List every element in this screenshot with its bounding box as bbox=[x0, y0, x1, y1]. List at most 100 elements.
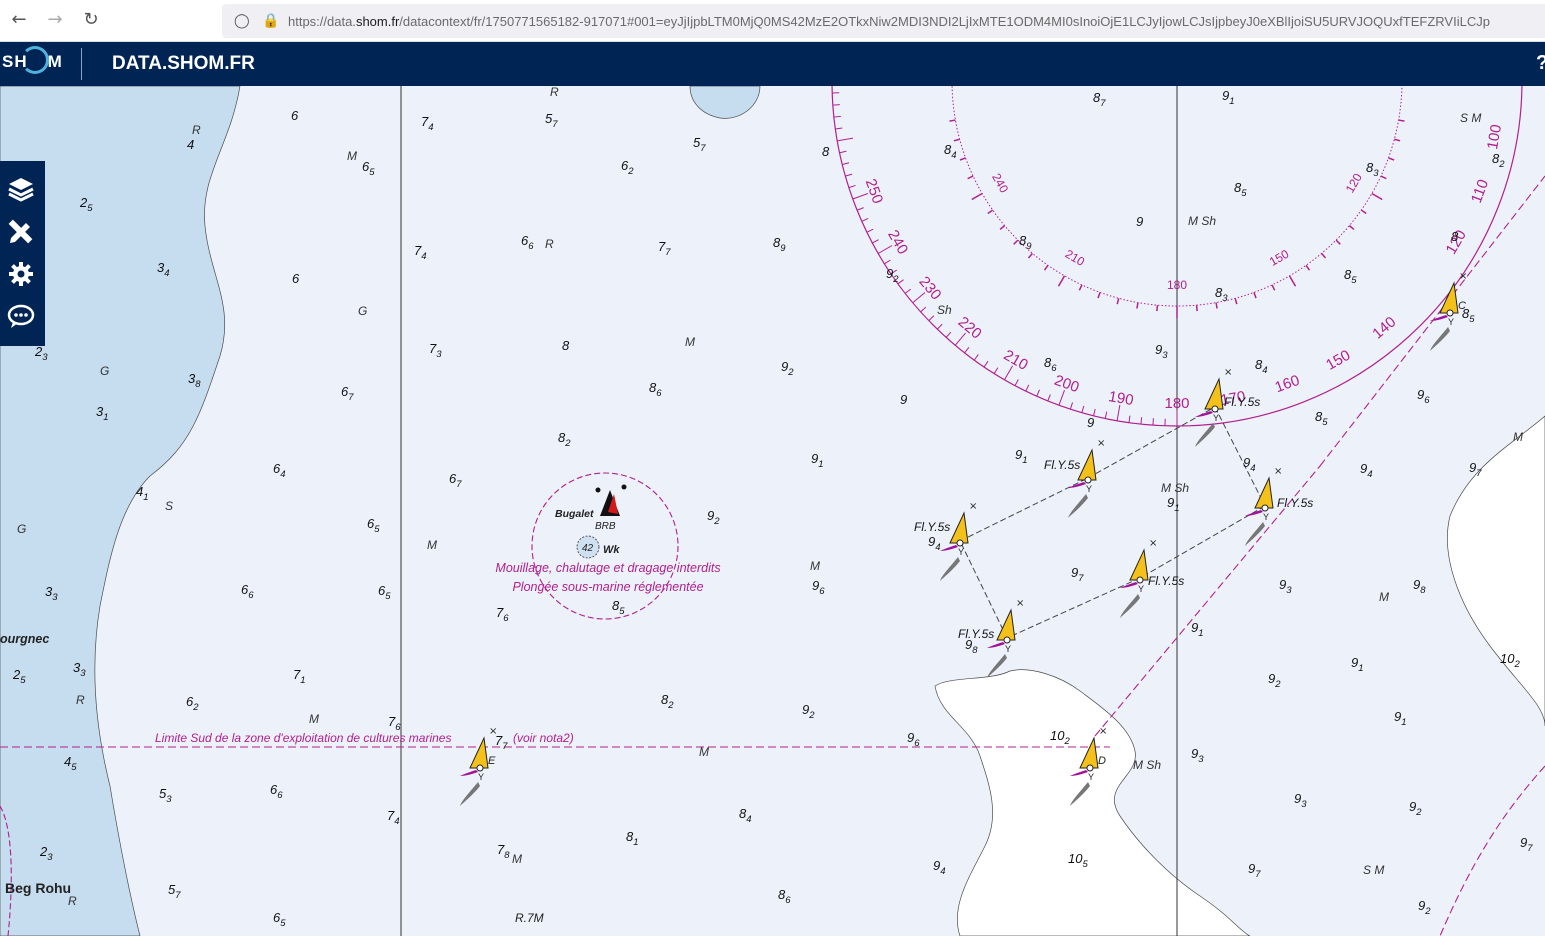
settings-button[interactable] bbox=[6, 259, 36, 289]
svg-text:Y: Y bbox=[1448, 317, 1454, 327]
compass-tick bbox=[1081, 405, 1085, 413]
compass-tick bbox=[945, 331, 952, 338]
inner-compass-tick bbox=[1057, 275, 1066, 287]
depth-sounding: 89 bbox=[1019, 233, 1032, 252]
seabed-code: M bbox=[810, 559, 820, 573]
app-header: SHM DATA.SHOM.FR ? bbox=[0, 42, 1545, 86]
depth-sounding: 93 bbox=[1294, 791, 1307, 810]
seabed-code: G bbox=[100, 364, 109, 378]
compass-tick bbox=[1025, 384, 1030, 392]
compass-tick bbox=[1047, 394, 1051, 402]
chart-canvas[interactable]: 250240230220210200190 180 1701601501401201… bbox=[0, 86, 1545, 936]
svg-text:Y: Y bbox=[958, 547, 964, 557]
depth-sounding: 93 bbox=[1155, 342, 1168, 361]
compass-tick bbox=[912, 292, 926, 304]
depth-sounding: 73 bbox=[429, 341, 442, 360]
inner-compass-tick bbox=[953, 138, 960, 142]
inner-compass-tick bbox=[1288, 275, 1297, 287]
depth-sounding: 83 bbox=[1366, 160, 1379, 179]
svg-text:×: × bbox=[1099, 726, 1107, 737]
chat-button[interactable] bbox=[6, 301, 36, 331]
compass-label: 210 bbox=[1001, 347, 1031, 374]
compass-tick bbox=[872, 239, 879, 244]
place-label: Beg Rohu bbox=[5, 880, 71, 896]
forward-button[interactable]: → bbox=[44, 9, 66, 31]
inner-compass-tick bbox=[1156, 305, 1159, 312]
seabed-code: M bbox=[309, 712, 319, 726]
place-label: ourgnec bbox=[0, 632, 49, 646]
buoy-code: BRB bbox=[595, 521, 616, 532]
depth-sounding: 91 bbox=[1015, 447, 1028, 466]
seabed-code: M bbox=[685, 335, 695, 349]
bugalet-buoy-icon bbox=[595, 484, 627, 516]
svg-text:Y: Y bbox=[478, 772, 484, 782]
depth-sounding: 64 bbox=[273, 461, 286, 480]
seabed-code: M bbox=[1379, 590, 1389, 604]
buoy-name: Bugalet bbox=[555, 508, 594, 520]
compass-tick bbox=[861, 218, 869, 222]
depth-sounding: 81 bbox=[626, 829, 639, 848]
depth-sounding: 6 bbox=[292, 271, 300, 286]
compass-label: 160 bbox=[1273, 372, 1302, 397]
compass-label: 240 bbox=[884, 227, 911, 257]
depth-sounding: 85 bbox=[1344, 267, 1357, 286]
depth-sounding: 82 bbox=[1492, 151, 1505, 170]
seabed-code: G bbox=[358, 304, 367, 318]
compass-label: 200 bbox=[1052, 372, 1081, 397]
compass-tick bbox=[839, 150, 847, 154]
url-text[interactable]: https://data.shom.fr/datacontext/fr/1750… bbox=[288, 14, 1543, 29]
inner-compass-tick bbox=[1335, 239, 1341, 245]
edit-tools-icon bbox=[8, 219, 33, 244]
depth-sounding: 93 bbox=[1191, 746, 1204, 765]
depth-sounding: 92 bbox=[886, 266, 899, 285]
seabed-code: M bbox=[699, 745, 709, 759]
site-title: DATA.SHOM.FR bbox=[112, 53, 255, 74]
depth-sounding: 86 bbox=[649, 380, 662, 399]
depth-sounding: 89 bbox=[773, 235, 786, 254]
seabed-code: M bbox=[427, 538, 437, 552]
depth-sounding: 65 bbox=[273, 910, 286, 929]
address-bar[interactable]: ◯ 🔒 https://data.shom.fr/datacontext/fr/… bbox=[222, 4, 1545, 38]
depth-sounding: 83 bbox=[1215, 285, 1228, 304]
svg-text:Y: Y bbox=[1138, 584, 1144, 594]
compass-tick bbox=[835, 127, 843, 130]
seabed-code: S bbox=[165, 499, 173, 513]
compass-tick bbox=[1004, 365, 1013, 381]
zone-note-2: Plongée sous-marine réglementée bbox=[512, 580, 703, 594]
layers-button[interactable] bbox=[6, 174, 36, 204]
compass-tick bbox=[1116, 404, 1121, 421]
depth-sounding: 84 bbox=[944, 142, 957, 161]
edit-tools-button[interactable] bbox=[6, 216, 36, 246]
reload-button[interactable]: ↻ bbox=[80, 9, 102, 31]
limit-note: (voir nota2) bbox=[513, 731, 574, 745]
seabed-code: S M bbox=[1460, 111, 1481, 125]
depth-sounding: 85 bbox=[1234, 180, 1247, 199]
compass-tick bbox=[1104, 411, 1108, 419]
help-button[interactable]: ? bbox=[1536, 52, 1545, 75]
depth-sounding: 66 bbox=[241, 582, 254, 601]
wreck-depth: 42 bbox=[582, 543, 594, 554]
light-characteristic: Fl.Y.5s bbox=[1044, 458, 1080, 472]
buoy-letter: D bbox=[1098, 755, 1106, 767]
depth-sounding: 94 bbox=[1243, 455, 1256, 474]
compass-tick bbox=[837, 137, 854, 142]
back-button[interactable]: ← bbox=[8, 9, 30, 31]
inner-compass-tick bbox=[959, 157, 966, 161]
nautical-chart-map[interactable]: 250 240 230 220 210 200 190 180 170 160 150 140 120 1… bbox=[0, 86, 1545, 936]
compass-label: 220 bbox=[955, 313, 985, 342]
compass-tick bbox=[897, 279, 904, 285]
seabed-code: R bbox=[550, 86, 559, 99]
svg-text:×: × bbox=[1016, 598, 1024, 609]
compass-tick bbox=[920, 306, 927, 313]
depth-sounding: 94 bbox=[928, 534, 941, 553]
compass-tick bbox=[1140, 417, 1143, 425]
depth-sounding: 4 bbox=[187, 137, 194, 152]
compass-label: 230 bbox=[915, 273, 944, 303]
compass-tick bbox=[856, 207, 864, 211]
compass-tick bbox=[964, 347, 970, 354]
depth-sounding: 57 bbox=[168, 882, 181, 901]
depth-sounding: 94 bbox=[933, 858, 946, 877]
inner-compass-tick bbox=[1078, 284, 1083, 291]
inner-compass-label: 210 bbox=[1063, 247, 1088, 269]
depth-sounding: 92 bbox=[707, 508, 720, 527]
